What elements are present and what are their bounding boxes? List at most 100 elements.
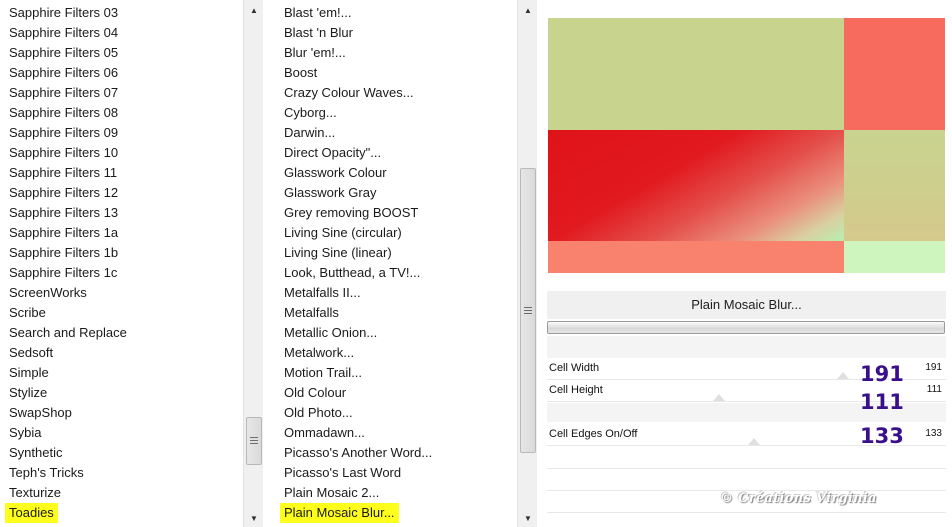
filter-item[interactable]: Picasso's Another Word...: [276, 443, 516, 463]
category-item[interactable]: Texturize: [0, 483, 242, 503]
category-item-label: Sapphire Filters 1c: [9, 265, 118, 280]
category-item[interactable]: Search and Replace: [0, 323, 242, 343]
filter-item[interactable]: Grey removing BOOST: [276, 203, 516, 223]
category-item[interactable]: Sapphire Filters 13: [0, 203, 242, 223]
scrollbar-thumb[interactable]: [520, 168, 536, 453]
filter-item-label: Plain Mosaic 2...: [284, 485, 380, 500]
filter-item[interactable]: Metallic Onion...: [276, 323, 516, 343]
filter-item[interactable]: Living Sine (circular): [276, 223, 516, 243]
control-label: Cell Width: [549, 362, 600, 374]
category-item[interactable]: Scribe: [0, 303, 242, 323]
slider-caret-icon[interactable]: [837, 372, 849, 379]
category-item-label: Sapphire Filters 06: [9, 65, 119, 80]
filter-item[interactable]: Metalfalls II...: [276, 283, 516, 303]
category-item[interactable]: ScreenWorks: [0, 283, 242, 303]
category-item[interactable]: Sapphire Filters 05: [0, 43, 242, 63]
category-item-label: Sapphire Filters 1a: [9, 225, 119, 240]
watermark: © Créations Virginia: [720, 491, 877, 506]
filter-item[interactable]: Glasswork Colour: [276, 163, 516, 183]
filter-item[interactable]: Cyborg...: [276, 103, 516, 123]
control-value[interactable]: 133: [925, 428, 942, 439]
category-item[interactable]: Synthetic: [0, 443, 242, 463]
filter-item[interactable]: Darwin...: [276, 123, 516, 143]
category-item[interactable]: Sapphire Filters 08: [0, 103, 242, 123]
control-value[interactable]: 191: [925, 362, 942, 373]
filter-item[interactable]: Look, Butthead, a TV!...: [276, 263, 516, 283]
category-item[interactable]: Toadies: [0, 503, 242, 523]
filter-item-label: Blur 'em!...: [284, 45, 346, 60]
filter-list-items: Blast 'em!... Blast 'n Blur Blur 'em!... Bo…: [276, 3, 516, 523]
filter-item-label: Glasswork Gray: [284, 185, 377, 200]
filter-item-label: Boost: [284, 65, 318, 80]
category-item-label: Sedsoft: [9, 345, 54, 360]
category-item[interactable]: Sapphire Filters 10: [0, 143, 242, 163]
slider-caret-icon[interactable]: [748, 438, 760, 445]
category-item[interactable]: Sapphire Filters 07: [0, 83, 242, 103]
control-row-empty: [547, 447, 946, 469]
filter-scrollbar[interactable]: ▲ ▼: [517, 0, 537, 527]
filter-list[interactable]: Blast 'em!... Blast 'n Blur Blur 'em!... Bo…: [276, 0, 516, 527]
filter-item[interactable]: Ommadawn...: [276, 423, 516, 443]
category-item[interactable]: Sapphire Filters 04: [0, 23, 242, 43]
category-item[interactable]: Simple: [0, 363, 242, 383]
filter-item[interactable]: Old Photo...: [276, 403, 516, 423]
filter-item[interactable]: Glasswork Gray: [276, 183, 516, 203]
filter-preview: [548, 18, 945, 273]
category-item-label: Search and Replace: [9, 325, 127, 340]
filter-item[interactable]: Direct Opacity"...: [276, 143, 516, 163]
filter-item[interactable]: Plain Mosaic 2...: [276, 483, 516, 503]
category-item[interactable]: Sapphire Filters 12: [0, 183, 242, 203]
control-label: Cell Height: [549, 384, 603, 396]
filter-item[interactable]: Blast 'em!...: [276, 3, 516, 23]
filter-item-label: Blast 'n Blur: [284, 25, 353, 40]
filter-item[interactable]: Plain Mosaic Blur...: [276, 503, 516, 523]
filter-item-label: Picasso's Last Word: [284, 465, 402, 480]
category-item[interactable]: Sapphire Filters 1a: [0, 223, 242, 243]
category-item-label: Sapphire Filters 05: [9, 45, 119, 60]
filter-item[interactable]: Living Sine (linear): [276, 243, 516, 263]
slider-caret-icon[interactable]: [713, 394, 725, 401]
filter-item[interactable]: Blast 'n Blur: [276, 23, 516, 43]
annotation-cell-height: 111: [860, 390, 904, 414]
progress-bar: [547, 321, 945, 334]
category-scrollbar[interactable]: ▲ ▼: [243, 0, 263, 527]
control-value[interactable]: 111: [927, 384, 942, 395]
scrollbar-thumb[interactable]: [246, 417, 262, 465]
filter-item[interactable]: Metalwork...: [276, 343, 516, 363]
category-item[interactable]: Sybia: [0, 423, 242, 443]
category-item[interactable]: Sapphire Filters 1c: [0, 263, 242, 283]
category-item[interactable]: Sapphire Filters 1b: [0, 243, 242, 263]
category-item[interactable]: SwapShop: [0, 403, 242, 423]
control-label: Cell Edges On/Off: [549, 428, 638, 440]
arrow-up-icon[interactable]: ▲: [244, 2, 264, 19]
category-item-label: Sapphire Filters 10: [9, 145, 119, 160]
arrow-down-icon[interactable]: ▼: [244, 510, 264, 527]
annotation-cell-edges: 133: [860, 424, 904, 448]
filter-item[interactable]: Metalfalls: [276, 303, 516, 323]
category-item-label: SwapShop: [9, 405, 72, 420]
category-item[interactable]: Sapphire Filters 06: [0, 63, 242, 83]
filter-item[interactable]: Motion Trail...: [276, 363, 516, 383]
category-item-label: Sapphire Filters 12: [9, 185, 119, 200]
category-item-label: Simple: [9, 365, 49, 380]
arrow-down-icon[interactable]: ▼: [518, 510, 538, 527]
filter-item-label: Picasso's Another Word...: [284, 445, 433, 460]
category-item-label: Toadies: [5, 503, 58, 523]
category-item-label: Synthetic: [9, 445, 63, 460]
category-item[interactable]: Sapphire Filters 09: [0, 123, 242, 143]
filter-item[interactable]: Blur 'em!...: [276, 43, 516, 63]
control-spacer: [547, 336, 946, 358]
filter-item[interactable]: Picasso's Last Word: [276, 463, 516, 483]
category-item[interactable]: Teph's Tricks: [0, 463, 242, 483]
category-item[interactable]: Sedsoft: [0, 343, 242, 363]
filter-item[interactable]: Boost: [276, 63, 516, 83]
category-item[interactable]: Sapphire Filters 11: [0, 163, 242, 183]
category-item[interactable]: Stylize: [0, 383, 242, 403]
category-item-label: Sapphire Filters 04: [9, 25, 119, 40]
category-item[interactable]: Sapphire Filters 03: [0, 3, 242, 23]
filter-item[interactable]: Crazy Colour Waves...: [276, 83, 516, 103]
filter-item[interactable]: Old Colour: [276, 383, 516, 403]
category-item-label: Sapphire Filters 03: [9, 5, 119, 20]
arrow-up-icon[interactable]: ▲: [518, 2, 538, 19]
category-list[interactable]: Sapphire Filters 03 Sapphire Filters 04 Sa…: [0, 0, 242, 527]
